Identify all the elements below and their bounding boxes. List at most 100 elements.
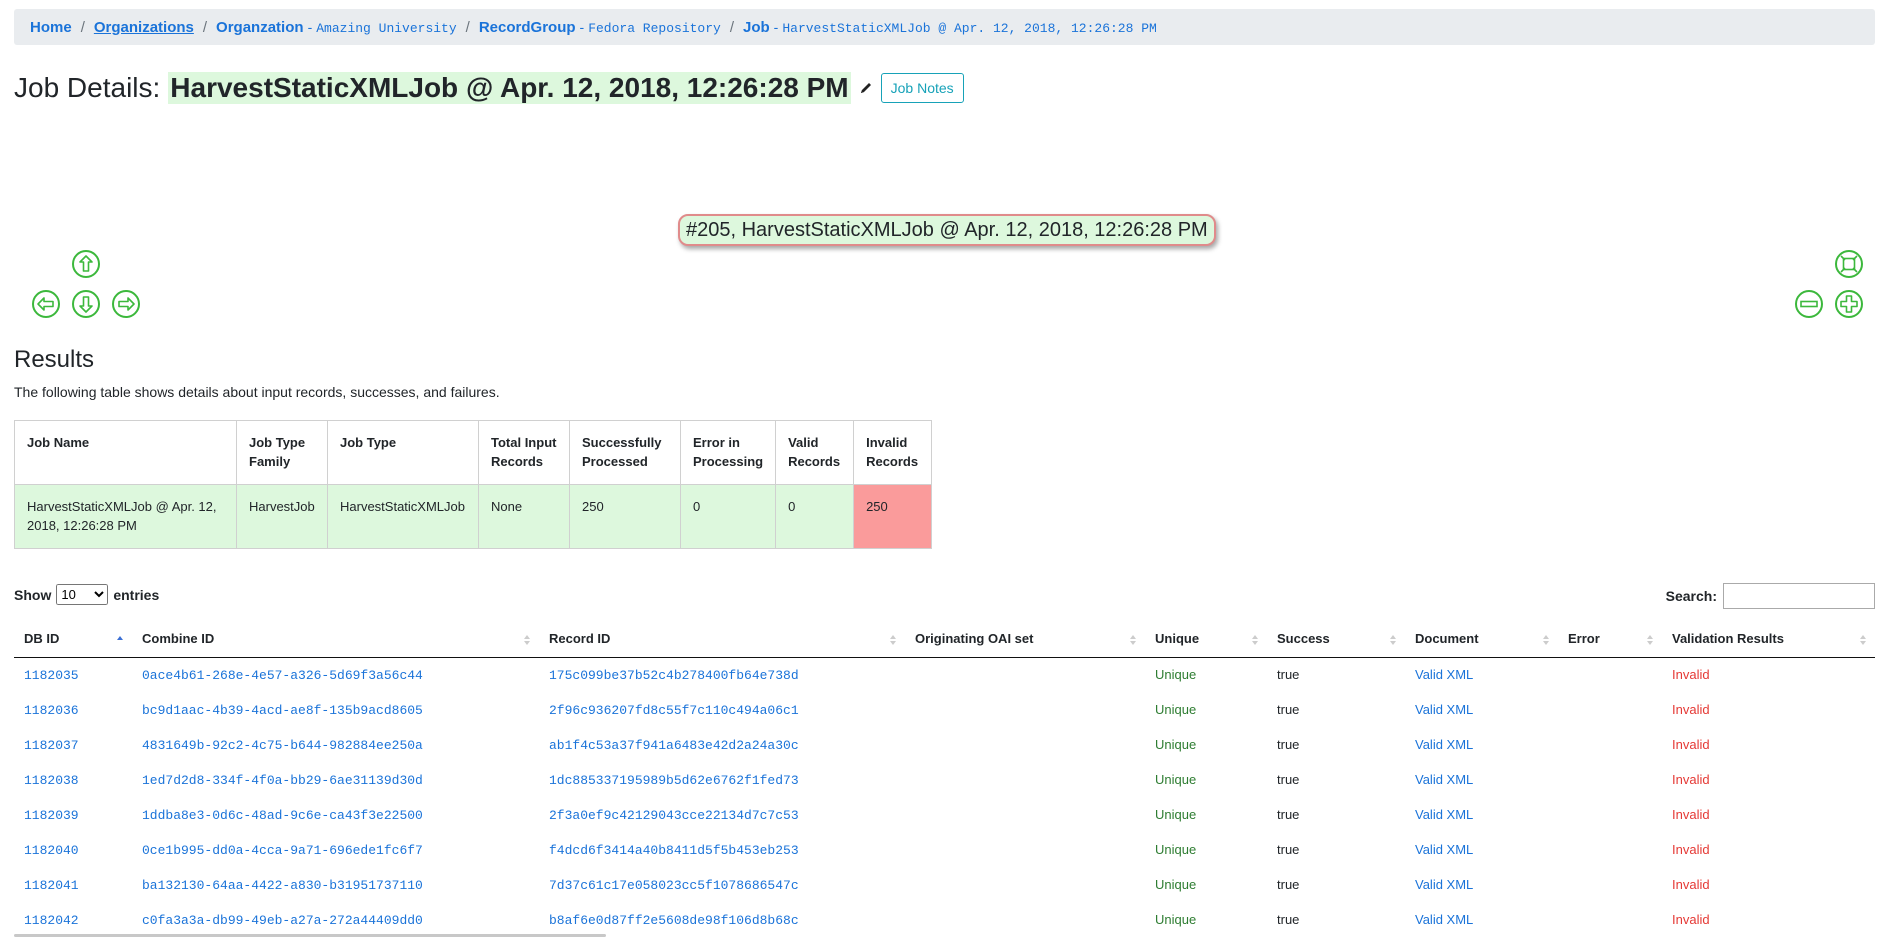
- arrow-down-circle-icon[interactable]: [71, 289, 101, 319]
- breadcrumb-job-name[interactable]: HarvestStaticXMLJob @ Apr. 12, 2018, 12:…: [782, 21, 1156, 36]
- success-cell: true: [1277, 807, 1300, 822]
- breadcrumb-organization[interactable]: Organzation - Amazing University: [216, 19, 457, 36]
- sort-both-icon: [890, 635, 896, 645]
- arrow-right-circle-icon[interactable]: [111, 289, 141, 319]
- breadcrumb-organization-label[interactable]: Organzation: [216, 19, 304, 36]
- success-cell: true: [1277, 737, 1300, 752]
- col-header-label: Validation Results: [1672, 631, 1784, 647]
- zoom-out-icon[interactable]: [1794, 289, 1824, 319]
- col-header-record-id[interactable]: Record ID: [539, 621, 905, 658]
- record-id-link[interactable]: 7d37c61c17e058023cc5f1078686547c: [549, 878, 799, 893]
- table-row: 1182040 0ce1b995-dd0a-4cca-9a71-696ede1f…: [14, 832, 1875, 867]
- db-id-link[interactable]: 1182038: [24, 773, 79, 788]
- combine-id-link[interactable]: 1ed7d2d8-334f-4f0a-bb29-6ae31139d30d: [142, 773, 423, 788]
- db-id-link[interactable]: 1182036: [24, 703, 79, 718]
- arrow-left-circle-icon[interactable]: [31, 289, 61, 319]
- record-id-link[interactable]: 1dc885337195989b5d62e6762f1fed73: [549, 773, 799, 788]
- col-header-label: Record ID: [549, 631, 611, 647]
- combine-id-link[interactable]: 0ce1b995-dd0a-4cca-9a71-696ede1fc6f7: [142, 843, 423, 858]
- document-link[interactable]: Valid XML: [1415, 667, 1473, 682]
- db-id-link[interactable]: 1182042: [24, 913, 79, 928]
- summary-header-row: Job Name Job Type Family Job Type Total …: [14, 420, 933, 485]
- combine-id-link[interactable]: 0ace4b61-268e-4e57-a326-5d69f3a56c44: [142, 668, 423, 683]
- error-cell: [1558, 797, 1662, 832]
- db-id-link[interactable]: 1182040: [24, 843, 79, 858]
- document-link[interactable]: Valid XML: [1415, 807, 1473, 822]
- summary-col-job-type-family: Job Type Family: [236, 420, 328, 485]
- page-length-select[interactable]: 10: [56, 584, 109, 605]
- validation-results-link[interactable]: Invalid: [1672, 807, 1710, 822]
- document-link[interactable]: Valid XML: [1415, 912, 1473, 927]
- document-link[interactable]: Valid XML: [1415, 772, 1473, 787]
- results-heading: Results: [14, 346, 95, 373]
- col-header-error[interactable]: Error: [1558, 621, 1662, 658]
- validation-results-link[interactable]: Invalid: [1672, 877, 1710, 892]
- db-id-link[interactable]: 1182037: [24, 738, 79, 753]
- db-id-link[interactable]: 1182039: [24, 808, 79, 823]
- summary-cell-successfully-processed: 250: [569, 484, 681, 549]
- results-description: The following table shows details about …: [14, 384, 500, 400]
- col-header-db-id[interactable]: DB ID: [14, 621, 132, 658]
- sort-both-icon: [1390, 635, 1396, 645]
- col-header-oai-set[interactable]: Originating OAI set: [905, 621, 1145, 658]
- validation-results-link[interactable]: Invalid: [1672, 772, 1710, 787]
- combine-id-link[interactable]: 1ddba8e3-0d6c-48ad-9c6e-ca43f3e22500: [142, 808, 423, 823]
- table-row: 1182042 c0fa3a3a-db99-49eb-a27a-272a4440…: [14, 902, 1875, 937]
- table-search: Search:: [1666, 583, 1875, 609]
- col-header-document[interactable]: Document: [1405, 621, 1558, 658]
- document-link[interactable]: Valid XML: [1415, 842, 1473, 857]
- sort-ascending-icon: [117, 636, 123, 640]
- col-header-validation-results[interactable]: Validation Results: [1662, 621, 1875, 658]
- breadcrumb-separator: /: [729, 18, 734, 36]
- record-id-link[interactable]: b8af6e0d87ff2e5608de98f106d8b68c: [549, 913, 799, 928]
- sort-both-icon: [1543, 635, 1549, 645]
- db-id-link[interactable]: 1182035: [24, 668, 79, 683]
- breadcrumb-record-group-label[interactable]: RecordGroup: [479, 19, 576, 36]
- pencil-icon[interactable]: [859, 81, 873, 95]
- summary-row: HarvestStaticXMLJob @ Apr. 12, 2018, 12:…: [14, 484, 933, 549]
- breadcrumb-record-group-name[interactable]: Fedora Repository: [588, 21, 721, 36]
- arrow-up-circle-icon[interactable]: [71, 249, 101, 279]
- col-header-unique[interactable]: Unique: [1145, 621, 1267, 658]
- validation-results-link[interactable]: Invalid: [1672, 667, 1710, 682]
- document-link[interactable]: Valid XML: [1415, 737, 1473, 752]
- validation-results-link[interactable]: Invalid: [1672, 842, 1710, 857]
- breadcrumb-record-group[interactable]: RecordGroup - Fedora Repository: [479, 19, 721, 36]
- combine-id-link[interactable]: 4831649b-92c2-4c75-b644-982884ee250a: [142, 738, 423, 753]
- document-link[interactable]: Valid XML: [1415, 877, 1473, 892]
- unique-cell: Unique: [1155, 807, 1197, 822]
- job-notes-button[interactable]: Job Notes: [880, 73, 964, 103]
- breadcrumb-home-link[interactable]: Home: [30, 19, 72, 36]
- breadcrumb-organizations-link[interactable]: Organizations: [94, 19, 194, 36]
- breadcrumb-organization-name[interactable]: Amazing University: [316, 21, 456, 36]
- breadcrumb-job[interactable]: Job - HarvestStaticXMLJob @ Apr. 12, 201…: [743, 19, 1157, 36]
- show-label: Show: [14, 586, 52, 603]
- combine-id-link[interactable]: ba132130-64aa-4422-a830-b31951737110: [142, 878, 423, 893]
- zoom-in-icon[interactable]: [1834, 289, 1864, 319]
- page-title: Job Details: HarvestStaticXMLJob @ Apr. …: [14, 70, 964, 106]
- validation-results-link[interactable]: Invalid: [1672, 737, 1710, 752]
- breadcrumb-job-label[interactable]: Job: [743, 19, 770, 36]
- db-id-link[interactable]: 1182041: [24, 878, 79, 893]
- validation-results-link[interactable]: Invalid: [1672, 912, 1710, 927]
- zoom-extends-icon[interactable]: [1834, 249, 1864, 279]
- record-id-link[interactable]: 175c099be37b52c4b278400fb64e738d: [549, 668, 799, 683]
- page-title-job-name: HarvestStaticXMLJob @ Apr. 12, 2018, 12:…: [168, 72, 851, 104]
- col-header-success[interactable]: Success: [1267, 621, 1405, 658]
- combine-id-link[interactable]: c0fa3a3a-db99-49eb-a27a-272a44409dd0: [142, 913, 423, 928]
- breadcrumb-separator: /: [80, 18, 85, 36]
- search-input[interactable]: [1723, 583, 1875, 609]
- combine-id-link[interactable]: bc9d1aac-4b39-4acd-ae8f-135b9acd8605: [142, 703, 423, 718]
- record-id-link[interactable]: 2f96c936207fd8c55f7c110c494a06c1: [549, 703, 799, 718]
- record-id-link[interactable]: f4dcd6f3414a40b8411d5f5b453eb253: [549, 843, 799, 858]
- error-cell: [1558, 657, 1662, 692]
- job-graph-node[interactable]: #205, HarvestStaticXMLJob @ Apr. 12, 201…: [678, 214, 1216, 246]
- error-cell: [1558, 762, 1662, 797]
- col-header-combine-id[interactable]: Combine ID: [132, 621, 539, 658]
- document-link[interactable]: Valid XML: [1415, 702, 1473, 717]
- validation-results-link[interactable]: Invalid: [1672, 702, 1710, 717]
- unique-cell: Unique: [1155, 877, 1197, 892]
- record-id-link[interactable]: 2f3a0ef9c42129043cce22134d7c7c53: [549, 808, 799, 823]
- record-id-link[interactable]: ab1f4c53a37f941a6483e42d2a24a30c: [549, 738, 799, 753]
- oai-set-cell: [905, 762, 1145, 797]
